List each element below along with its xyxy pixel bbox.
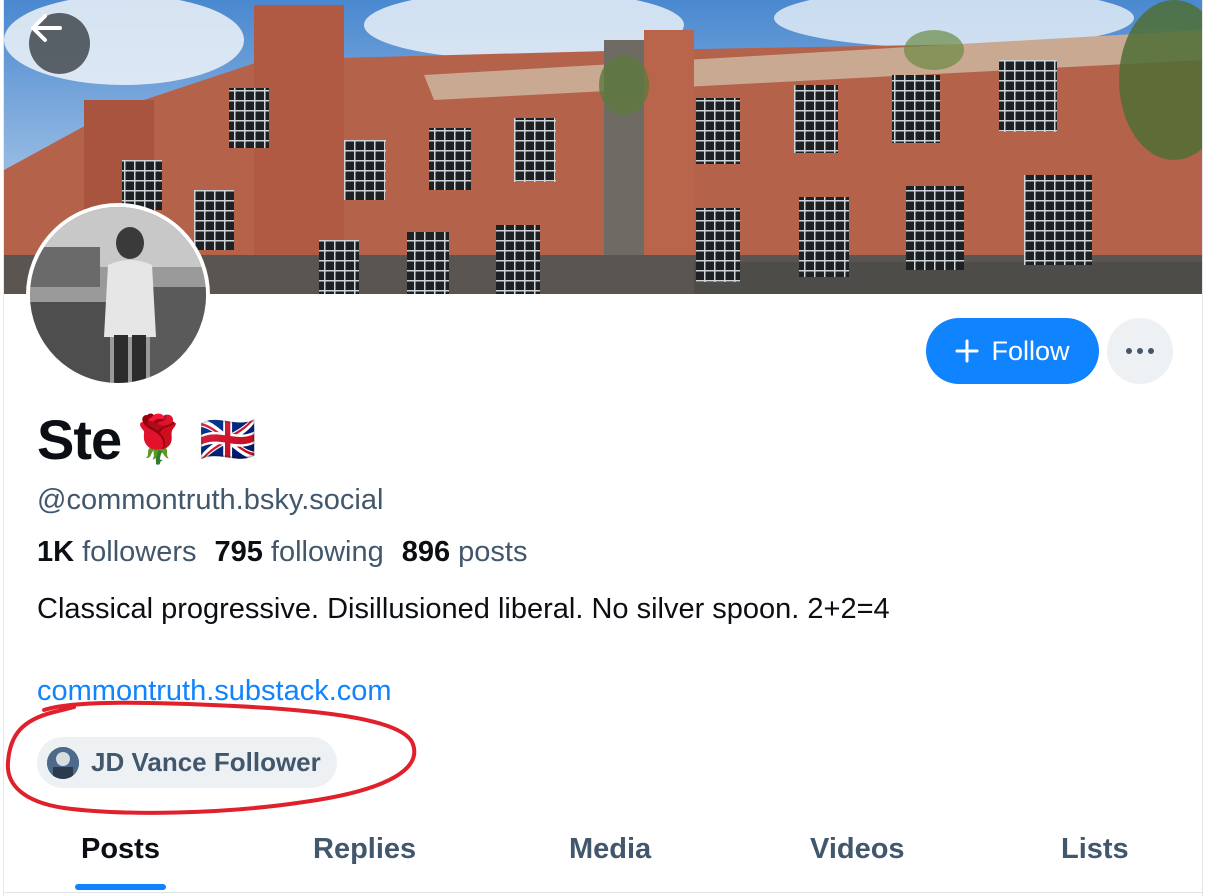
tab-media[interactable]: Media bbox=[569, 806, 651, 892]
profile-handle: @commontruth.bsky.social bbox=[37, 484, 384, 516]
plus-icon bbox=[955, 339, 979, 363]
back-arrow-icon bbox=[31, 14, 62, 42]
display-name: Ste bbox=[37, 407, 122, 471]
followers-count: 1K bbox=[37, 536, 75, 568]
more-options-button[interactable] bbox=[1107, 318, 1173, 384]
posts-count: 896 bbox=[401, 536, 451, 568]
followers-label: followers bbox=[82, 536, 197, 568]
profile-bio: Classical progressive. Disillusioned lib… bbox=[37, 593, 890, 625]
display-name-row: Ste 🌹 🇬🇧 bbox=[37, 404, 257, 474]
active-tab-indicator bbox=[75, 884, 166, 890]
tab-videos[interactable]: Videos bbox=[810, 806, 905, 892]
following-stat[interactable]: 795 following bbox=[215, 536, 384, 569]
followers-stat[interactable]: 1K followers bbox=[37, 536, 197, 569]
annotation-circle bbox=[5, 700, 417, 815]
follow-button[interactable]: Follow bbox=[926, 318, 1099, 384]
following-label: following bbox=[270, 536, 384, 568]
follow-button-label: Follow bbox=[991, 335, 1070, 366]
avatar-image bbox=[30, 207, 206, 383]
tab-lists[interactable]: Lists bbox=[1061, 806, 1129, 892]
posts-stat: 896 posts bbox=[402, 536, 528, 569]
profile-page: Follow Ste 🌹 🇬🇧 @commontruth.bsky.social… bbox=[3, 0, 1203, 896]
posts-label: posts bbox=[458, 536, 528, 568]
more-dots-icon bbox=[1126, 348, 1154, 354]
tab-replies[interactable]: Replies bbox=[313, 806, 416, 892]
profile-stats: 1K followers 795 following 896 posts bbox=[37, 536, 527, 569]
profile-tabs: Posts Replies Media Videos Lists bbox=[4, 806, 1202, 893]
avatar[interactable] bbox=[26, 203, 210, 387]
following-count: 795 bbox=[214, 536, 263, 568]
back-button[interactable] bbox=[29, 13, 90, 74]
tab-posts[interactable]: Posts bbox=[81, 806, 160, 892]
name-emojis: 🌹 🇬🇧 bbox=[129, 412, 257, 465]
